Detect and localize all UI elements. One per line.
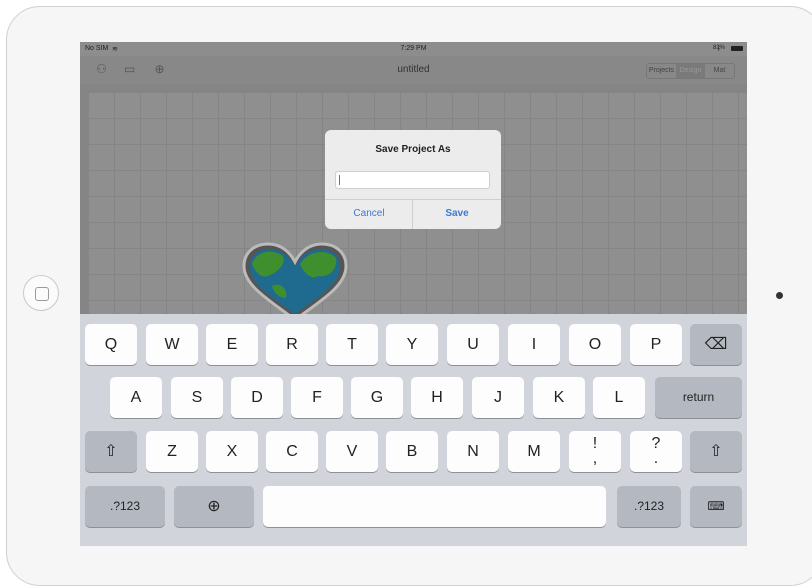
numbers-key-right[interactable]: .?123 [617, 486, 681, 527]
key-e[interactable]: E [206, 324, 258, 365]
key-z[interactable]: Z [146, 431, 198, 472]
return-key[interactable]: return [655, 377, 742, 418]
key-j[interactable]: J [472, 377, 524, 418]
key-d[interactable]: D [231, 377, 283, 418]
globe-icon: ⊕ [207, 498, 221, 515]
app-background: No SIM ≋ 7:29 PM ᛒ 81% ⚇ ▭ ⊕ untitled Pr… [80, 42, 747, 322]
save-project-dialog: Save Project As Cancel Save [325, 130, 501, 229]
numbers-key-left[interactable]: .?123 [85, 486, 165, 527]
tab-design[interactable]: Design [676, 64, 705, 78]
key-q[interactable]: Q [85, 324, 137, 365]
space-key[interactable] [263, 486, 606, 527]
key-p[interactable]: P [630, 324, 682, 365]
key-question-period[interactable]: ? . [630, 431, 682, 472]
text-caret [339, 175, 340, 185]
status-time: 7:29 PM [400, 45, 427, 52]
screen: No SIM ≋ 7:29 PM ᛒ 81% ⚇ ▭ ⊕ untitled Pr… [80, 42, 747, 546]
key-g[interactable]: G [351, 377, 403, 418]
key-v[interactable]: V [326, 431, 378, 472]
status-bar: No SIM ≋ 7:29 PM ᛒ 81% [80, 42, 747, 56]
key-n[interactable]: N [447, 431, 499, 472]
shift-left-key[interactable]: ⇧ [85, 431, 137, 472]
key-r[interactable]: R [266, 324, 318, 365]
vertical-ruler [80, 92, 88, 314]
key-m[interactable]: M [508, 431, 560, 472]
cancel-button[interactable]: Cancel [325, 199, 413, 229]
dismiss-keyboard-key[interactable]: ⌨ [690, 486, 742, 527]
dialog-title: Save Project As [375, 144, 451, 155]
home-square-icon [35, 287, 49, 301]
key-y[interactable]: Y [386, 324, 438, 365]
key-b[interactable]: B [386, 431, 438, 472]
key-exclaim-comma[interactable]: ! , [569, 431, 621, 472]
key-f[interactable]: F [291, 377, 343, 418]
project-name-input[interactable] [335, 171, 490, 189]
key-t[interactable]: T [326, 324, 378, 365]
home-button[interactable] [23, 275, 59, 311]
key-x[interactable]: X [206, 431, 258, 472]
delete-key[interactable]: ⌫ [690, 324, 742, 365]
globe-key[interactable]: ⊕ [174, 486, 254, 527]
key-l[interactable]: L [593, 377, 645, 418]
key-i[interactable]: I [508, 324, 560, 365]
camera-icon [776, 292, 783, 299]
onscreen-keyboard: Q W E R T Y U I O P ⌫ A S D F G H J K L … [80, 314, 747, 546]
key-s[interactable]: S [171, 377, 223, 418]
shift-icon: ⇧ [709, 443, 723, 460]
key-c[interactable]: C [266, 431, 318, 472]
key-a[interactable]: A [110, 377, 162, 418]
earth-heart-image[interactable] [238, 242, 353, 322]
key-o[interactable]: O [569, 324, 621, 365]
tab-projects[interactable]: Projects [647, 64, 676, 78]
key-w[interactable]: W [146, 324, 198, 365]
toolbar: ⚇ ▭ ⊕ untitled Projects Design Mat [80, 56, 747, 84]
battery-percent: 81% [712, 45, 725, 51]
keyboard-hide-icon: ⌨ [707, 499, 725, 513]
save-button[interactable]: Save [413, 199, 501, 229]
shift-icon: ⇧ [104, 443, 118, 460]
key-k[interactable]: K [533, 377, 585, 418]
backspace-icon: ⌫ [704, 336, 728, 353]
tab-mat[interactable]: Mat [705, 64, 734, 78]
battery-icon [731, 46, 743, 51]
key-h[interactable]: H [411, 377, 463, 418]
shift-right-key[interactable]: ⇧ [690, 431, 742, 472]
key-u[interactable]: U [447, 324, 499, 365]
mode-segmented-control: Projects Design Mat [646, 63, 735, 79]
